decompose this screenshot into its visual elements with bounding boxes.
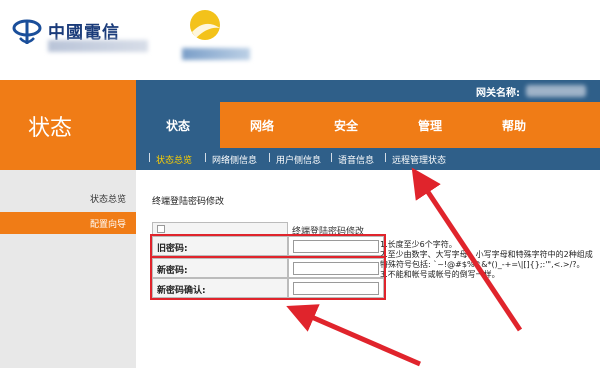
sun-logo	[180, 8, 260, 68]
gateway-name-blurred	[526, 85, 586, 97]
status-block: 状态	[0, 80, 136, 170]
subtab-separator: |	[148, 153, 152, 163]
gateway-info-bar: 网关名称:	[136, 80, 600, 102]
left-nav: 状态总览 配置向导	[0, 170, 136, 368]
page-title: 状态	[28, 116, 73, 141]
rule-line: 2.至少由数字、大写字母，小写字母和特殊字符中的2种组成	[380, 250, 593, 259]
nav-item-config-wizard-bar[interactable]: 配置向导	[0, 212, 136, 234]
tab-help[interactable]: 帮助	[472, 102, 556, 148]
nav-item-status-overview[interactable]: 状态总览	[90, 192, 126, 205]
subtab-separator: |	[384, 153, 388, 163]
subtab-remote-mgmt-status[interactable]: 远程管理状态	[392, 153, 446, 166]
section-title: 终端登陆密码修改	[152, 197, 225, 207]
tab-security[interactable]: 安全	[304, 102, 388, 148]
rule-line: 1.长度至少6个字符。	[380, 240, 457, 249]
subtab-status-overview[interactable]: 状态总览	[156, 153, 192, 166]
old-password-highlight	[150, 234, 386, 258]
password-rules: 1.长度至少6个字符。 2.至少由数字、大写字母，小写字母和特殊字符中的2种组成…	[380, 240, 600, 280]
subtab-voice-info[interactable]: 语音信息	[338, 153, 374, 166]
subtab-user-info[interactable]: 用户侧信息	[276, 153, 321, 166]
sub-tabs: | 状态总览 | 网络侧信息 | 用户侧信息 | 语音信息 | 远程管理状态	[136, 148, 600, 170]
rule-line: 特殊符号包括: `~!@#$%^&*()_-+=\|[]{};:'",<.>/?…	[380, 260, 585, 269]
sun-logo-icon	[190, 10, 220, 40]
logo-subtext-blurred	[48, 40, 148, 52]
tab-status[interactable]: 状态	[136, 102, 220, 148]
tab-management[interactable]: 管理	[388, 102, 472, 148]
tab-network[interactable]: 网络	[220, 102, 304, 148]
subtab-network-info[interactable]: 网络侧信息	[212, 153, 257, 166]
main-tabs: 状态 网络 安全 管理 帮助	[136, 102, 600, 148]
subtab-separator: |	[268, 153, 272, 163]
subtab-separator: |	[330, 153, 334, 163]
subtab-separator: |	[204, 153, 208, 163]
expand-icon	[157, 225, 165, 233]
gateway-name-label: 网关名称:	[476, 88, 520, 99]
china-telecom-logo-icon	[12, 19, 42, 44]
new-password-highlight	[150, 256, 386, 300]
header: 中國電信	[0, 0, 600, 78]
china-telecom-logo: 中國電信	[12, 10, 162, 54]
sun-logo-text-blurred	[182, 48, 250, 60]
rule-line: 3.不能和帐号或帐号的倒写一样。	[380, 270, 500, 279]
nav-item-config-wizard[interactable]: 配置向导	[90, 217, 126, 230]
